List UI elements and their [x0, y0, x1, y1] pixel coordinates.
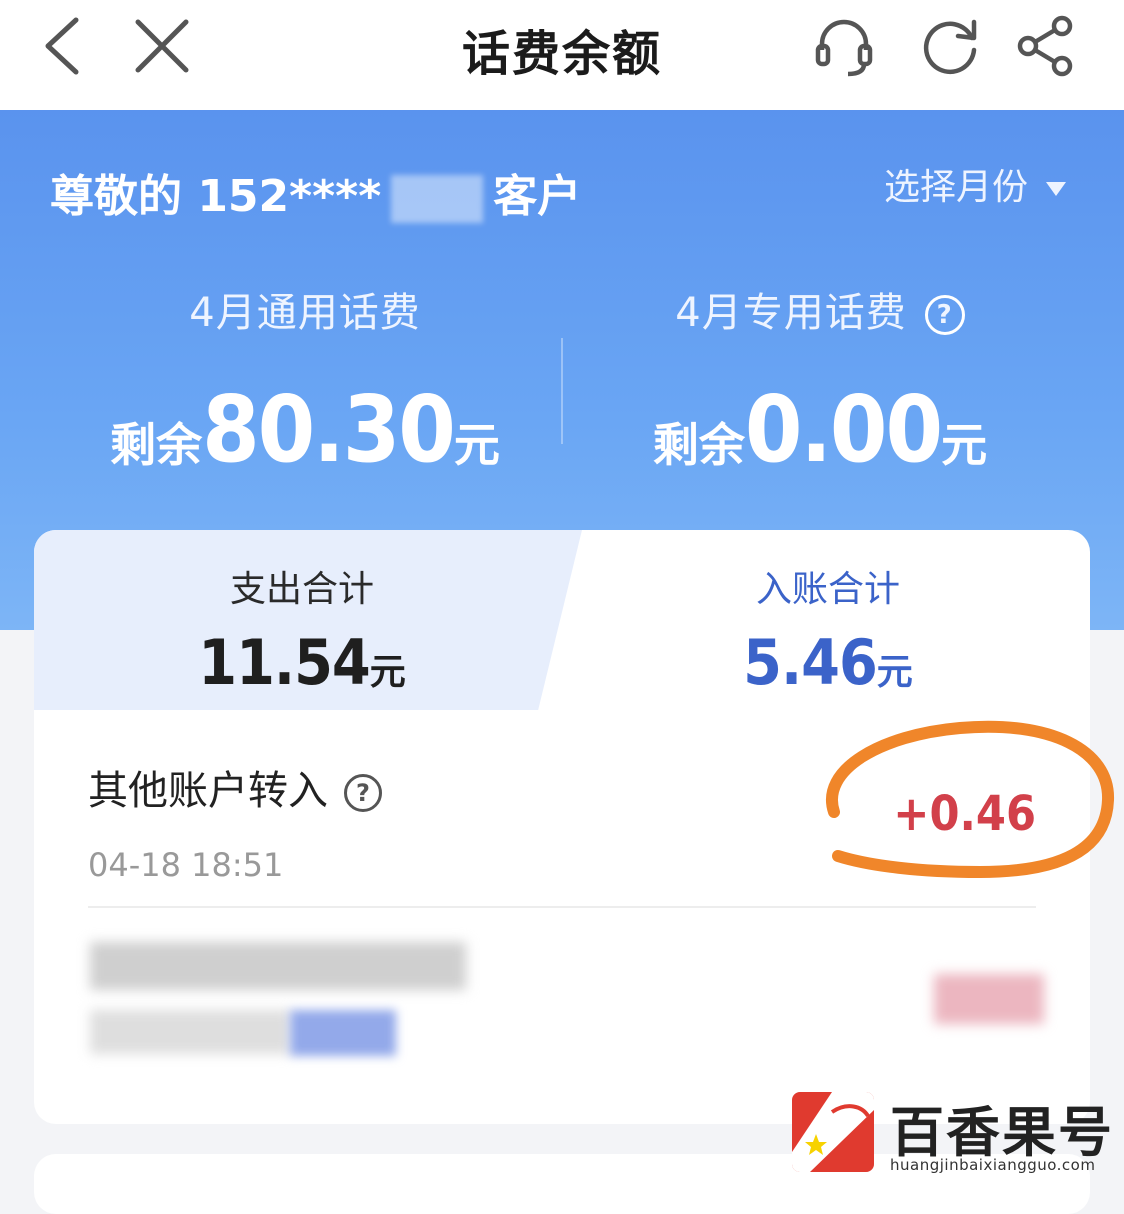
transactions-card: 支出合计 11.54元 入账合计 5.46元 其他账户转入? 04-18 18:…: [34, 530, 1090, 1124]
income-total: 5.46元: [568, 626, 1088, 699]
redacted-record-title: [90, 942, 466, 990]
special-balance-label: 4月专用话费?: [570, 280, 1070, 338]
top-nav-bar: 话费余额: [0, 0, 1124, 110]
general-balance-amount: 剩余80.30元: [55, 376, 555, 483]
greeting-suffix: 客户: [493, 171, 582, 222]
currency-unit: 元: [876, 652, 913, 693]
record-time: 04-18 18:51: [88, 846, 284, 884]
income-label: 入账合计: [755, 569, 900, 610]
watermark: 百香果号 huangjinbaixiangguo.com: [790, 1086, 1120, 1176]
watermark-logo: [792, 1092, 874, 1172]
summary-tabs: 支出合计 11.54元 入账合计 5.46元: [34, 530, 1090, 710]
refresh-icon[interactable]: [918, 14, 982, 78]
divider: [88, 906, 1036, 908]
expense-total: 11.54元: [42, 626, 562, 699]
greeting-prefix: 尊敬的 152****: [50, 171, 382, 222]
share-icon[interactable]: [1014, 14, 1078, 78]
help-icon[interactable]: ?: [924, 295, 965, 335]
currency-unit: 元: [453, 418, 500, 472]
record-title-text: 其他账户转入: [88, 768, 328, 814]
income-amount: 5.46: [743, 626, 878, 699]
masked-number: [391, 175, 484, 223]
month-selector[interactable]: 选择月份: [884, 158, 1066, 210]
watermark-url: huangjinbaixiangguo.com: [890, 1156, 1096, 1174]
record-title: 其他账户转入?: [88, 758, 382, 816]
general-balance: 4月通用话费 剩余80.30元: [55, 280, 555, 483]
remaining-prefix: 剩余: [652, 418, 745, 472]
general-balance-label: 4月通用话费: [189, 290, 421, 336]
currency-unit: 元: [941, 418, 988, 472]
special-balance: 4月专用话费? 剩余0.00元: [570, 280, 1070, 483]
customer-greeting: 尊敬的 152**** 客户: [50, 160, 581, 224]
tab-income[interactable]: 入账合计 5.46元: [568, 560, 1088, 699]
list-item[interactable]: 其他账户转入? 04-18 18:51: [88, 758, 382, 884]
remaining-value: 80.30: [202, 376, 456, 483]
expense-label: 支出合计: [229, 569, 374, 610]
column-divider: [561, 338, 563, 444]
currency-unit: 元: [369, 652, 406, 693]
special-balance-amount: 剩余0.00元: [570, 376, 1070, 483]
help-icon[interactable]: ?: [344, 774, 382, 812]
tab-expense[interactable]: 支出合计 11.54元: [42, 560, 562, 699]
special-balance-title: 4月专用话费: [675, 290, 907, 336]
redacted-record-tag: [290, 1010, 396, 1056]
remaining-prefix: 剩余: [110, 418, 203, 472]
brand-logo-icon: [792, 1092, 874, 1172]
remaining-value: 0.00: [744, 376, 943, 483]
redacted-record-amount: [934, 974, 1044, 1024]
redacted-record-time: [90, 1010, 290, 1054]
record-amount: +0.46: [893, 786, 1036, 842]
month-selector-label: 选择月份: [883, 167, 1028, 208]
expense-amount: 11.54: [198, 626, 370, 699]
headset-icon[interactable]: [812, 14, 876, 78]
caret-down-icon: [1046, 182, 1066, 196]
